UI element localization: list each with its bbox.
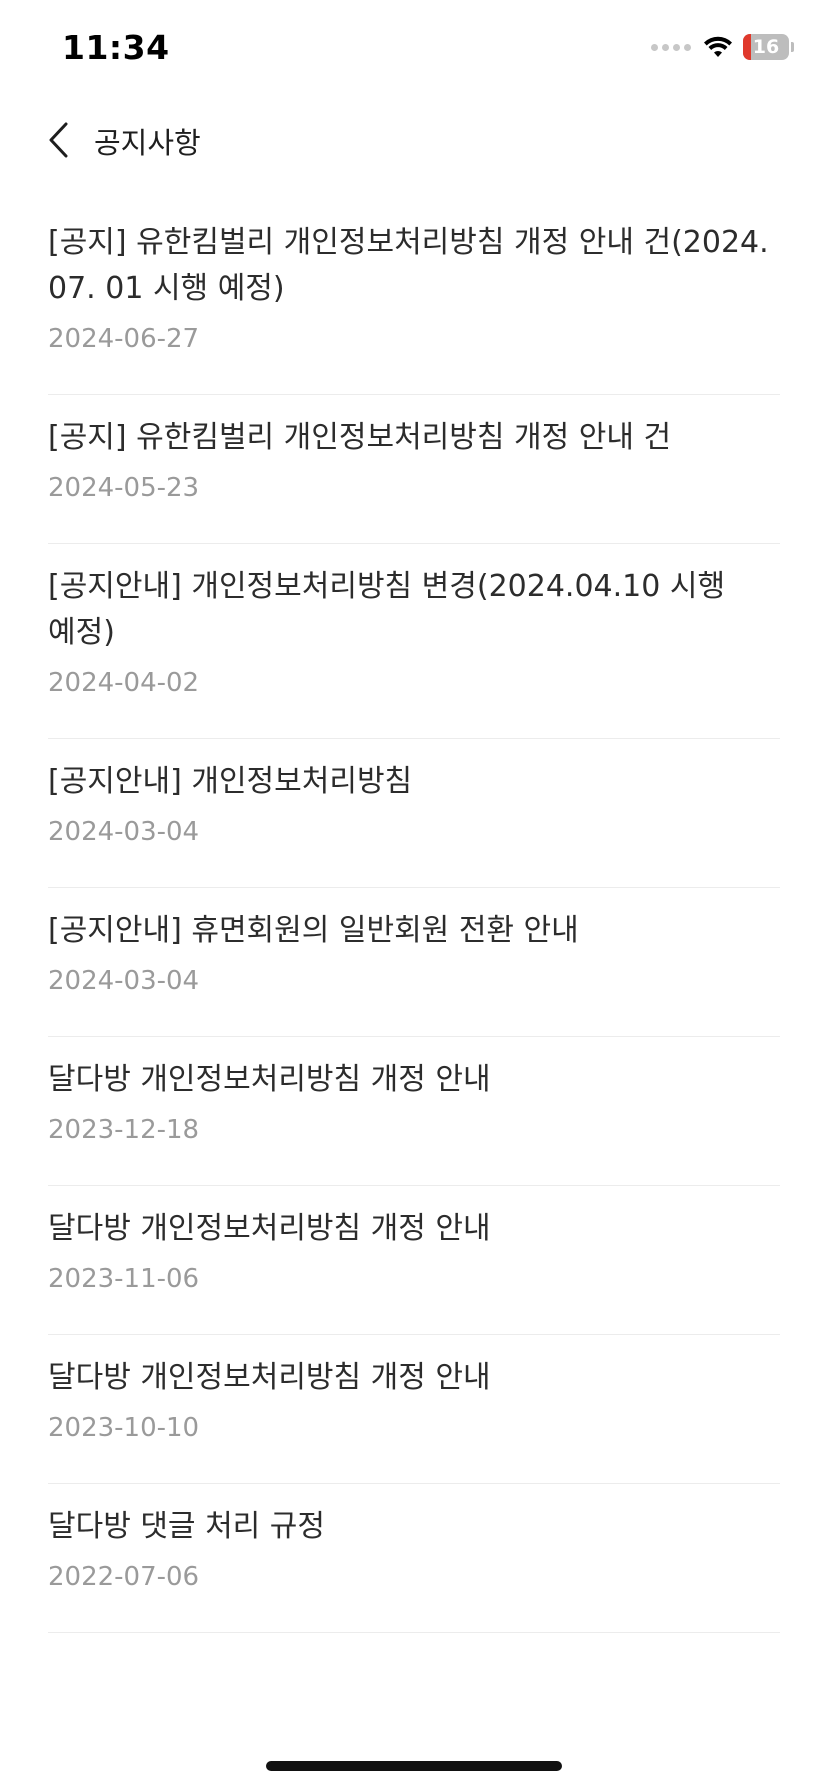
notice-date: 2022-07-06 xyxy=(48,1562,200,1592)
notice-title: 달다방 개인정보처리방침 개정 안내 xyxy=(48,1360,491,1395)
notice-title: 달다방 댓글 처리 규정 xyxy=(48,1509,326,1544)
notice-title: [공지안내] 휴면회원의 일반회원 전환 안내 xyxy=(48,913,579,948)
status-bar: 11:34 16 xyxy=(0,0,828,100)
notice-item[interactable]: [공지안내] 개인정보처리방침 변경(2024.04.10 시행 예정) 202… xyxy=(48,544,780,739)
notice-title: [공지] 유한킴벌리 개인정보처리방침 개정 안내 건(2024. 07. 01… xyxy=(48,225,769,306)
notice-date: 2024-05-23 xyxy=(48,473,200,503)
notice-item[interactable]: [공지안내] 개인정보처리방침 2024-03-04 xyxy=(48,739,780,888)
notice-title: 달다방 개인정보처리방침 개정 안내 xyxy=(48,1062,491,1097)
notice-item[interactable]: [공지안내] 휴면회원의 일반회원 전환 안내 2024-03-04 xyxy=(48,888,780,1037)
notice-date: 2023-10-10 xyxy=(48,1413,200,1443)
page-title: 공지사항 xyxy=(94,126,201,160)
notice-date: 2024-04-02 xyxy=(48,668,200,698)
battery-level: 16 xyxy=(752,36,780,58)
battery-icon: 16 xyxy=(743,34,789,60)
status-indicators: 16 xyxy=(651,34,794,60)
notice-title: [공지안내] 개인정보처리방침 xyxy=(48,764,413,799)
notice-date: 2024-03-04 xyxy=(48,817,200,847)
notice-list: [공지] 유한킴벌리 개인정보처리방침 개정 안내 건(2024. 07. 01… xyxy=(48,200,780,1633)
notice-item[interactable]: [공지] 유한킴벌리 개인정보처리방침 개정 안내 건 2024-05-23 xyxy=(48,395,780,544)
nav-bar: 공지사항 xyxy=(0,100,828,180)
notice-date: 2024-03-04 xyxy=(48,966,200,996)
signal-icon xyxy=(651,43,691,51)
notice-item[interactable]: [공지] 유한킴벌리 개인정보처리방침 개정 안내 건(2024. 07. 01… xyxy=(48,200,780,395)
wifi-icon xyxy=(704,36,732,57)
chevron-left-icon xyxy=(49,122,68,158)
notice-item[interactable]: 달다방 개인정보처리방침 개정 안내 2023-11-06 xyxy=(48,1186,780,1335)
notice-title: [공지] 유한킴벌리 개인정보처리방침 개정 안내 건 xyxy=(48,420,672,455)
notice-date: 2023-11-06 xyxy=(48,1264,200,1294)
notice-date: 2024-06-27 xyxy=(48,324,200,354)
notice-title: 달다방 개인정보처리방침 개정 안내 xyxy=(48,1211,491,1246)
notice-title: [공지안내] 개인정보처리방침 변경(2024.04.10 시행 예정) xyxy=(48,569,726,650)
notice-item[interactable]: 달다방 개인정보처리방침 개정 안내 2023-12-18 xyxy=(48,1037,780,1186)
notice-date: 2023-12-18 xyxy=(48,1115,200,1145)
notice-item[interactable]: 달다방 댓글 처리 규정 2022-07-06 xyxy=(48,1484,780,1633)
status-time: 11:34 xyxy=(62,28,170,67)
home-indicator xyxy=(266,1761,562,1771)
battery-cap xyxy=(791,42,794,52)
notice-item[interactable]: 달다방 개인정보처리방침 개정 안내 2023-10-10 xyxy=(48,1335,780,1484)
back-button[interactable] xyxy=(36,118,80,162)
